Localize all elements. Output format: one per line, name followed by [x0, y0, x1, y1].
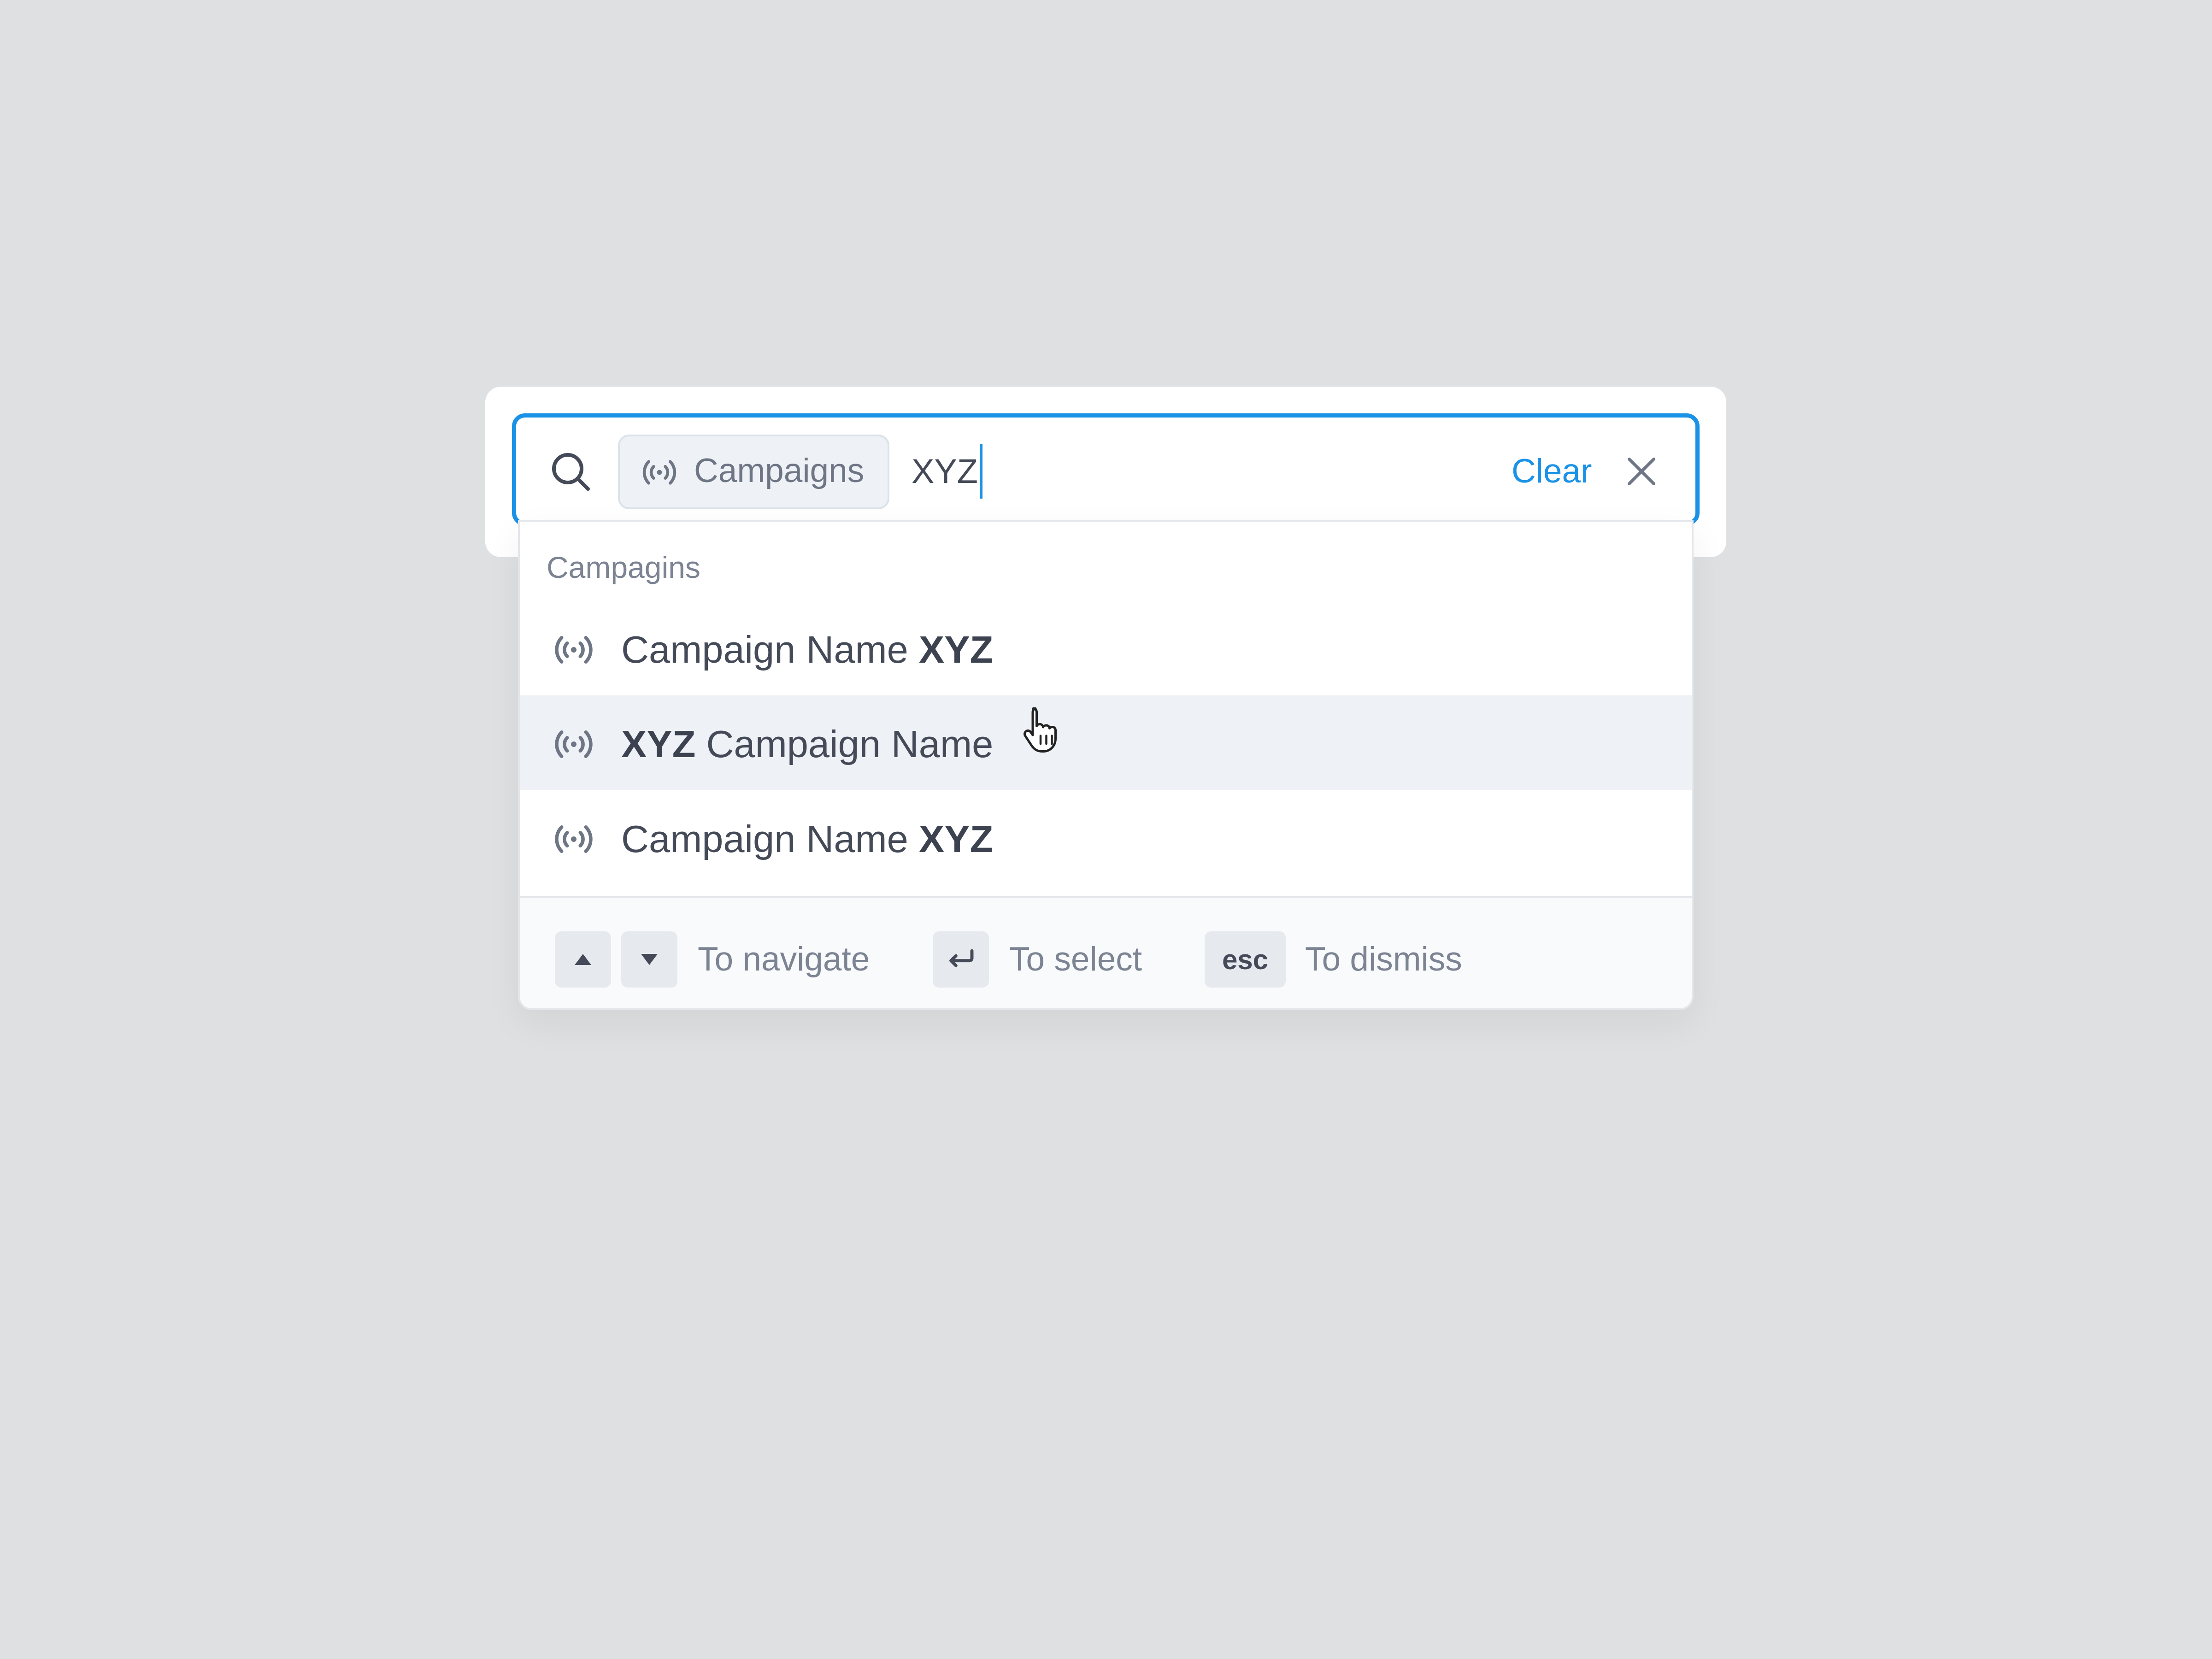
result-text-pre: Campaign Name: [621, 628, 919, 671]
result-match: XYZ: [918, 628, 994, 671]
result-item[interactable]: Campaign Name XYZ: [520, 601, 1692, 696]
down-key: [621, 931, 677, 988]
result-label: XYZ Campaign Name: [621, 721, 993, 767]
results-dropdown: Campagins Campaign Name XYZ XYZ Campaign…: [518, 520, 1694, 1010]
result-item[interactable]: Campaign Name XYZ: [520, 790, 1692, 885]
esc-key: esc: [1205, 931, 1286, 988]
broadcast-icon: [555, 636, 593, 664]
esc-key-label: esc: [1222, 944, 1269, 975]
broadcast-icon: [555, 825, 593, 853]
result-match: XYZ: [621, 723, 696, 765]
result-item[interactable]: XYZ Campaign Name: [520, 695, 1692, 790]
return-icon: [949, 949, 974, 967]
hand-cursor-icon: [1023, 707, 1057, 753]
enter-key: [933, 931, 989, 988]
search-query[interactable]: XYZ: [912, 444, 982, 499]
arrow-up-icon: [575, 954, 591, 965]
broadcast-icon: [555, 730, 593, 758]
group-label: Campagins: [547, 550, 700, 584]
broadcast-icon: [642, 460, 677, 485]
search-icon: [552, 453, 590, 491]
result-text-post: Campaign Name: [695, 723, 994, 765]
navigate-hint: To navigate: [698, 941, 870, 978]
up-key: [555, 931, 611, 988]
clear-button[interactable]: Clear: [1512, 448, 1592, 494]
dismiss-hint: To dismiss: [1305, 941, 1462, 978]
search-query-text: XYZ: [912, 452, 978, 490]
select-hint: To select: [1009, 941, 1142, 978]
scope-chip-label: Campaigns: [694, 452, 865, 489]
result-match: XYZ: [918, 818, 994, 860]
arrow-down-icon: [641, 954, 658, 965]
text-caret: [979, 444, 982, 499]
close-icon[interactable]: [1623, 453, 1660, 490]
result-label: Campaign Name XYZ: [621, 627, 993, 673]
result-text-pre: Campaign Name: [621, 818, 919, 860]
result-label: Campaign Name XYZ: [621, 816, 993, 862]
keyboard-hints-footer: To navigate To select esc To dismiss: [520, 896, 1692, 1008]
